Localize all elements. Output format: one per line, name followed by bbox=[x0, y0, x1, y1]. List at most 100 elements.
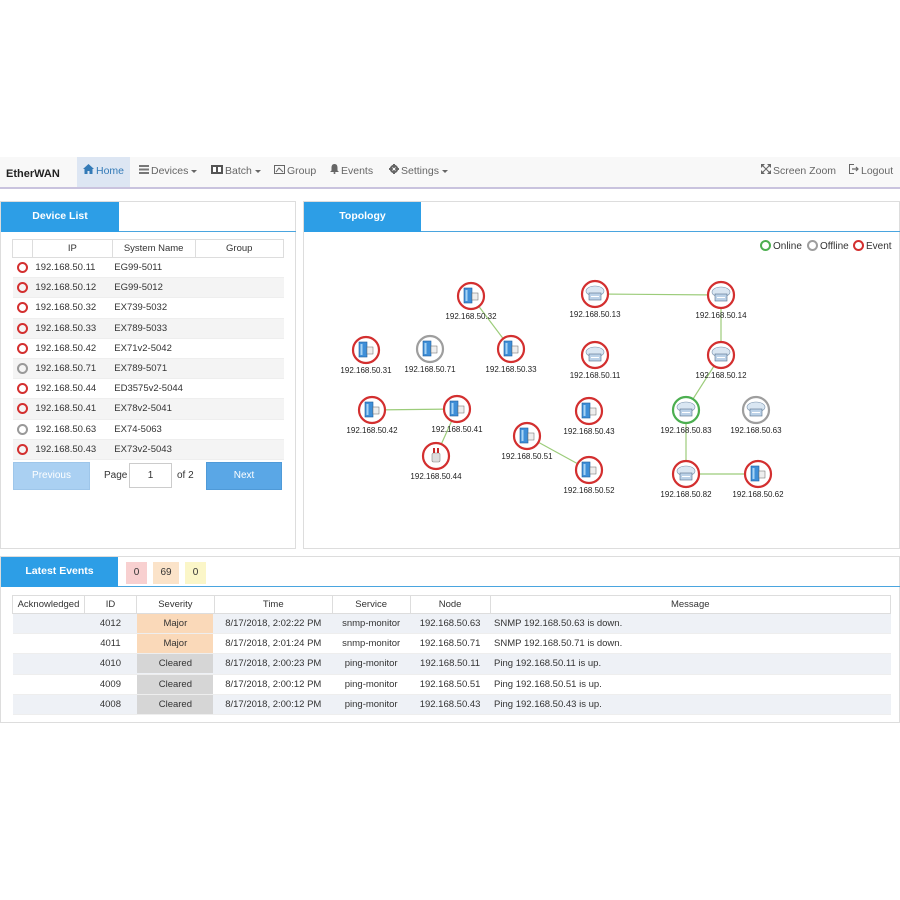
node-label: 192.168.50.82 bbox=[660, 490, 712, 499]
nav-batch[interactable]: Batch bbox=[211, 157, 261, 187]
status-cell bbox=[12, 338, 33, 359]
ip-cell: 192.168.50.42 bbox=[32, 338, 113, 359]
nav-group[interactable]: Group bbox=[274, 157, 316, 187]
topology-node[interactable]: 192.168.50.52 bbox=[563, 455, 615, 495]
node-label: 192.168.50.42 bbox=[346, 426, 398, 435]
topology-node[interactable]: 192.168.50.11 bbox=[570, 340, 621, 380]
cloud-switch-icon bbox=[746, 401, 766, 417]
topology-node[interactable]: 192.168.50.63 bbox=[730, 395, 782, 435]
severity-cell: Major bbox=[136, 633, 215, 655]
page-number-input[interactable]: 1 bbox=[129, 463, 172, 488]
table-row[interactable]: 192.168.50.11 EG99-5011 bbox=[12, 257, 284, 279]
group-cell bbox=[195, 318, 284, 339]
status-cell bbox=[12, 378, 33, 400]
table-row[interactable]: 192.168.50.41 EX78v2-5041 bbox=[12, 398, 284, 420]
column-header-ip[interactable]: IP bbox=[31, 239, 113, 258]
topology-node[interactable]: 192.168.50.83 bbox=[660, 395, 712, 435]
column-header-group[interactable]: Group bbox=[194, 239, 284, 258]
status-cell bbox=[12, 318, 33, 339]
screen-zoom-button[interactable]: Screen Zoom bbox=[761, 157, 836, 187]
ip-cell: 192.168.50.11 bbox=[32, 257, 113, 279]
table-row[interactable]: 192.168.50.33 EX789-5033 bbox=[12, 318, 284, 339]
table-row[interactable]: 4009 Cleared 8/17/2018, 2:00:12 PM ping-mon… bbox=[12, 674, 891, 695]
critical-count-badge[interactable]: 0 bbox=[126, 562, 147, 584]
topology-node[interactable]: 192.168.50.14 bbox=[695, 280, 747, 320]
topology-node[interactable]: 192.168.50.41 bbox=[431, 394, 483, 434]
system-name-cell: EX74-5063 bbox=[112, 419, 195, 440]
column-header-system-name[interactable]: System Name bbox=[111, 239, 196, 258]
acknowledged-cell[interactable] bbox=[12, 674, 85, 695]
topology-node[interactable]: 192.168.50.12 bbox=[695, 340, 747, 380]
next-button[interactable]: Next bbox=[206, 462, 282, 490]
acknowledged-cell[interactable] bbox=[12, 613, 85, 635]
system-name-cell: EX71v2-5042 bbox=[112, 338, 195, 359]
topology-node[interactable]: 192.168.50.44 bbox=[410, 441, 462, 481]
column-header-time[interactable]: Time bbox=[213, 595, 333, 614]
topology-map[interactable]: 192.168.50.32 192.168.50.13 192.168.50.14 1… bbox=[304, 232, 900, 548]
previous-button[interactable]: Previous bbox=[13, 462, 90, 490]
topology-node[interactable]: 192.168.50.32 bbox=[445, 281, 497, 321]
topology-node[interactable]: 192.168.50.31 bbox=[340, 335, 392, 375]
topology-title: Topology bbox=[304, 202, 421, 232]
service-cell: ping-monitor bbox=[332, 674, 411, 695]
table-row[interactable]: 4008 Cleared 8/17/2018, 2:00:12 PM ping-mon… bbox=[12, 694, 891, 715]
topology-node[interactable]: 192.168.50.33 bbox=[485, 334, 537, 374]
chevron-down-icon bbox=[254, 169, 261, 173]
column-header-message[interactable]: Message bbox=[489, 595, 892, 614]
status-offline-icon bbox=[16, 423, 28, 435]
topology-node[interactable]: 192.168.50.13 bbox=[569, 279, 621, 319]
brand-logo[interactable]: EtherWAN bbox=[6, 168, 60, 180]
time-cell: 8/17/2018, 2:01:24 PM bbox=[214, 633, 333, 655]
topology-node[interactable]: 192.168.50.43 bbox=[563, 396, 615, 436]
table-row[interactable]: 4012 Major 8/17/2018, 2:02:22 PM snmp-monit… bbox=[12, 613, 891, 635]
screen-zoom-label: Screen Zoom bbox=[773, 165, 837, 177]
topology-link bbox=[594, 293, 722, 296]
major-count-badge[interactable]: 69 bbox=[153, 562, 179, 584]
topology-node[interactable]: 192.168.50.82 bbox=[660, 459, 712, 499]
column-header-node[interactable]: Node bbox=[409, 595, 491, 614]
nav-group-label: Group bbox=[287, 165, 317, 177]
acknowledged-cell[interactable] bbox=[12, 694, 85, 715]
column-header-acknowledged[interactable]: Acknowledged bbox=[12, 595, 85, 614]
topology-node[interactable]: 192.168.50.51 bbox=[501, 421, 553, 461]
table-row[interactable]: 192.168.50.63 EX74-5063 bbox=[12, 419, 284, 440]
nav-home[interactable]: Home bbox=[77, 157, 131, 187]
time-cell: 8/17/2018, 2:00:12 PM bbox=[214, 674, 333, 695]
table-row[interactable]: 192.168.50.32 EX739-5032 bbox=[12, 297, 284, 319]
nav-devices[interactable]: Devices bbox=[139, 157, 198, 187]
nav-events[interactable]: Events bbox=[330, 157, 373, 187]
table-row[interactable]: 4011 Major 8/17/2018, 2:01:24 PM snmp-monit… bbox=[12, 633, 891, 655]
table-row[interactable]: 192.168.50.44 ED3575v2-5044 bbox=[12, 378, 284, 400]
cloud-switch-icon bbox=[585, 346, 605, 362]
page-count: of 2 bbox=[177, 470, 194, 481]
table-row[interactable]: 4010 Cleared 8/17/2018, 2:00:23 PM ping-mon… bbox=[12, 653, 891, 675]
column-header-service[interactable]: Service bbox=[331, 595, 411, 614]
time-cell: 8/17/2018, 2:02:22 PM bbox=[214, 613, 333, 635]
column-header-id[interactable]: ID bbox=[83, 595, 137, 614]
nav-settings[interactable]: Settings bbox=[389, 157, 448, 187]
ip-cell: 192.168.50.12 bbox=[32, 277, 113, 299]
service-cell: ping-monitor bbox=[332, 653, 411, 675]
node-label: 192.168.50.33 bbox=[485, 365, 537, 374]
node-label: 192.168.50.13 bbox=[569, 310, 621, 319]
status-event-icon bbox=[16, 302, 28, 314]
table-row[interactable]: 192.168.50.12 EG99-5012 bbox=[12, 277, 284, 299]
event-id-cell: 4010 bbox=[84, 653, 137, 675]
severity-badge: Cleared bbox=[137, 694, 214, 714]
table-row[interactable]: 192.168.50.43 EX73v2-5043 bbox=[12, 439, 284, 460]
expand-icon bbox=[761, 157, 771, 185]
group-cell bbox=[195, 358, 284, 380]
topology-node[interactable]: 192.168.50.42 bbox=[346, 395, 398, 435]
acknowledged-cell[interactable] bbox=[12, 653, 85, 675]
column-header-severity[interactable]: Severity bbox=[135, 595, 215, 614]
table-row[interactable]: 192.168.50.42 EX71v2-5042 bbox=[12, 338, 284, 359]
topology-node[interactable]: 192.168.50.62 bbox=[732, 459, 784, 499]
ip-cell: 192.168.50.44 bbox=[32, 378, 113, 400]
logout-button[interactable]: Logout bbox=[849, 157, 893, 187]
acknowledged-cell[interactable] bbox=[12, 633, 85, 655]
minor-count-badge[interactable]: 0 bbox=[185, 562, 206, 584]
node-label: 192.168.50.44 bbox=[410, 472, 462, 481]
topology-node[interactable]: 192.168.50.71 bbox=[404, 334, 456, 374]
node-label: 192.168.50.32 bbox=[445, 312, 497, 321]
table-row[interactable]: 192.168.50.71 EX789-5071 bbox=[12, 358, 284, 380]
